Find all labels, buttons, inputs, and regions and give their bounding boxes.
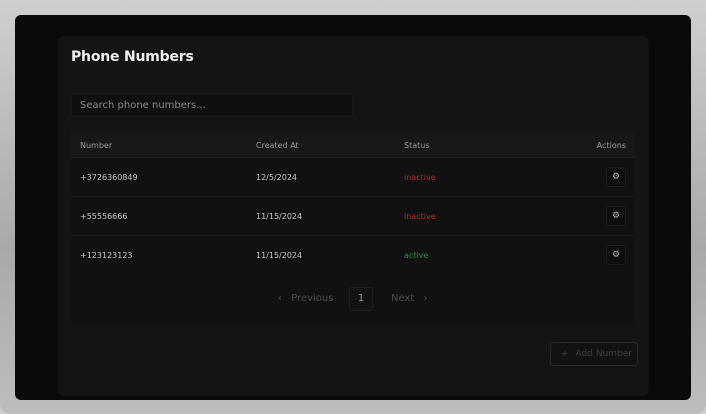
gear-icon: ⚙ [611, 172, 621, 182]
header-number: Number [80, 141, 113, 150]
device-frame: Phone Numbers Number Created At Status A… [0, 0, 706, 414]
page-number-button[interactable]: 1 [349, 287, 373, 311]
chevron-right-icon: › [423, 293, 428, 304]
app-screen: Phone Numbers Number Created At Status A… [15, 15, 691, 400]
status-badge: inactive [404, 212, 436, 221]
phone-numbers-table: Number Created At Status Actions +372636… [71, 132, 634, 324]
next-page-button[interactable]: Next › [391, 293, 427, 304]
table-row: +55556666 11/15/2024 inactive ⚙ [71, 197, 634, 236]
phone-number: +123123123 [80, 251, 133, 260]
status-badge: inactive [404, 173, 436, 182]
status-badge: active [404, 251, 429, 260]
page-title: Phone Numbers [71, 49, 194, 65]
created-date: 12/5/2024 [256, 173, 298, 182]
previous-page-button[interactable]: ‹ Previous [278, 293, 333, 304]
row-settings-button[interactable]: ⚙ [606, 245, 626, 265]
row-settings-button[interactable]: ⚙ [606, 167, 626, 187]
created-date: 11/15/2024 [256, 251, 303, 260]
header-status: Status [404, 141, 430, 150]
created-date: 11/15/2024 [256, 212, 303, 221]
phone-number: +3726360849 [80, 173, 138, 182]
pagination: ‹ Previous 1 Next › [71, 287, 634, 313]
header-created-at: Created At [256, 141, 299, 150]
gear-icon: ⚙ [611, 211, 621, 221]
search-input[interactable] [71, 93, 353, 117]
table-row: +123123123 11/15/2024 active ⚙ [71, 236, 634, 275]
plus-icon: + [561, 349, 569, 359]
phone-number: +55556666 [80, 212, 128, 221]
header-actions: Actions [596, 141, 626, 150]
add-number-button[interactable]: + Add Number [550, 342, 638, 366]
table-header: Number Created At Status Actions [71, 132, 634, 158]
table-row: +3726360849 12/5/2024 inactive ⚙ [71, 158, 634, 197]
row-settings-button[interactable]: ⚙ [606, 206, 626, 226]
add-number-label: Add Number [575, 349, 632, 359]
phone-numbers-panel: Phone Numbers Number Created At Status A… [58, 36, 649, 396]
gear-icon: ⚙ [611, 250, 621, 260]
chevron-left-icon: ‹ [278, 293, 282, 304]
